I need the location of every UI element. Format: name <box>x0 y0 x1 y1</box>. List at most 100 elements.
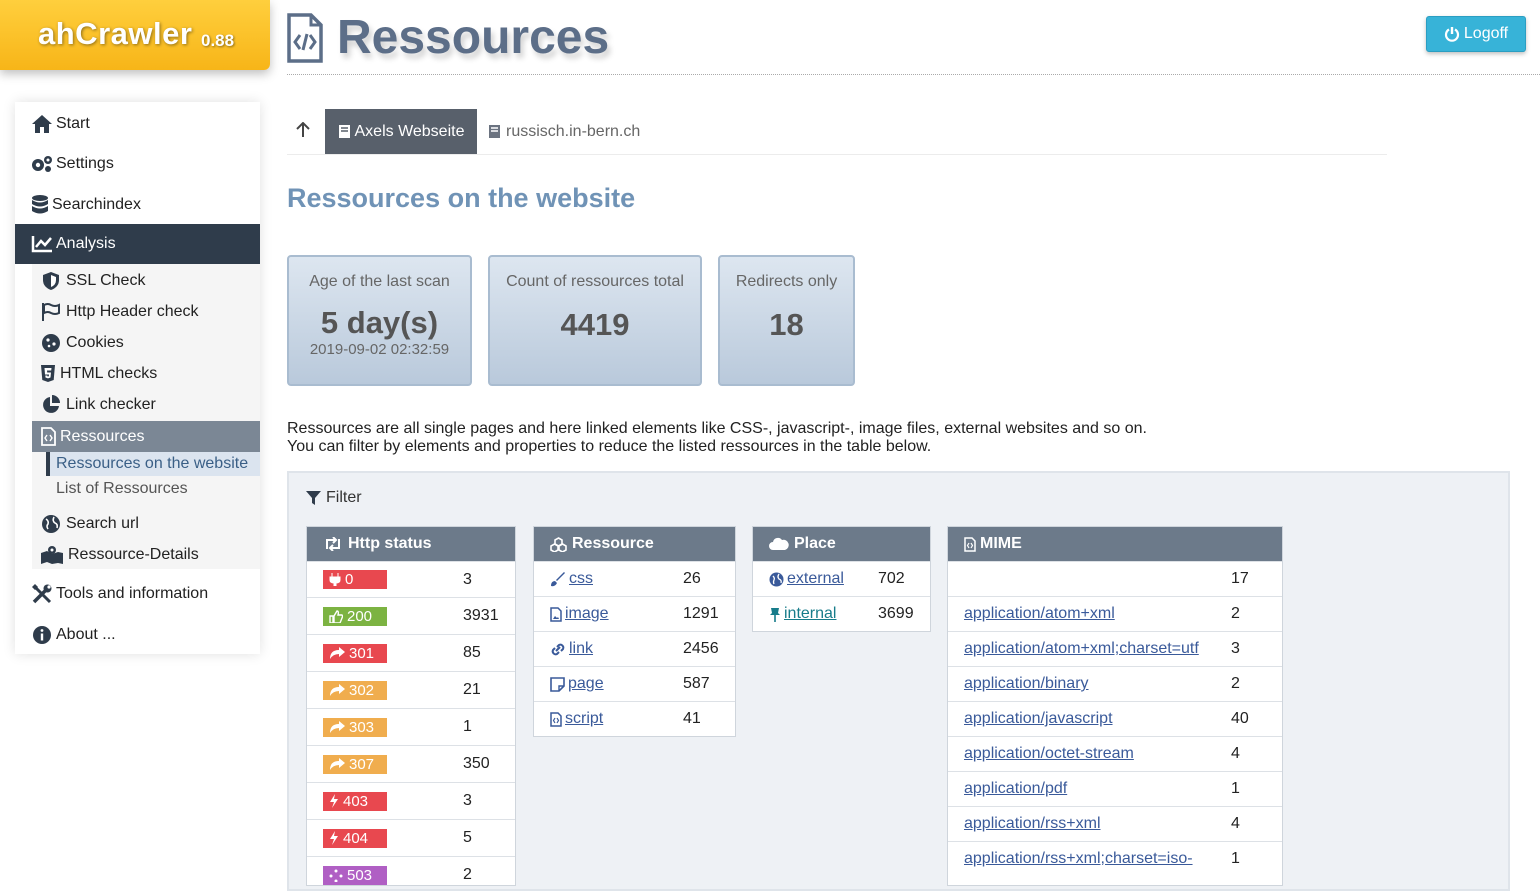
status-badge[interactable]: 307 <box>323 754 387 774</box>
stat-subvalue: 2019-09-02 02:32:59 <box>309 341 450 358</box>
mime-count: 4 <box>1231 745 1240 762</box>
up-arrow-button[interactable] <box>296 122 310 138</box>
place-count: 3699 <box>878 605 914 622</box>
sidebar-item-http-header-check[interactable]: Http Header check <box>32 299 260 325</box>
sidebar-item-label: Http Header check <box>66 303 199 320</box>
ressource-type-link[interactable]: link <box>550 640 593 658</box>
ressource-type-link[interactable]: page <box>550 675 604 693</box>
shield-icon <box>40 270 62 292</box>
mime-type-link[interactable]: application/pdf <box>964 780 1067 798</box>
status-cell: 301 <box>307 643 387 663</box>
ressource-count: 1291 <box>683 605 719 622</box>
retweet-icon <box>323 537 343 551</box>
status-count: 2 <box>463 866 472 883</box>
place-link[interactable]: internal <box>769 605 836 623</box>
sidebar-item-analysis[interactable]: Analysis <box>15 224 260 264</box>
ressource-type-link[interactable]: css <box>550 570 593 588</box>
table-row: css 26 <box>534 561 735 596</box>
arrow-up-icon <box>296 122 310 138</box>
table-row: link 2456 <box>534 631 735 666</box>
sidebar-item-tools[interactable]: Tools and information <box>15 581 260 607</box>
analysis-submenu: SSL Check Http Header check Cookies HTML… <box>32 264 260 569</box>
file-image-icon <box>550 606 562 622</box>
intro-line: Ressources are all single pages and here… <box>287 420 1147 437</box>
status-cell: 0 <box>307 570 387 589</box>
sidebar-item-list-of-ressources[interactable]: List of Ressources <box>46 477 260 501</box>
place-table: Place external 702 internal 3699 <box>752 526 931 632</box>
sidebar-item-label: About ... <box>56 626 116 643</box>
filter-icon <box>306 490 321 506</box>
mime-cell: application/rss+xml;charset=iso- <box>948 850 1193 868</box>
table-row: application/rss+xml 4 <box>948 806 1282 841</box>
status-badge[interactable]: 303 <box>323 717 387 737</box>
sidebar-item-search-url[interactable]: Search url <box>32 511 260 537</box>
ressource-cell: script <box>534 710 603 728</box>
ressource-count: 26 <box>683 570 701 587</box>
sidebar-item-label: Settings <box>56 155 114 172</box>
status-badge[interactable]: 301 <box>323 643 387 663</box>
ressource-cell: link <box>534 640 593 658</box>
ressource-count: 587 <box>683 675 710 692</box>
cubes-icon <box>550 536 567 552</box>
status-badge[interactable]: 200 <box>323 606 387 626</box>
app-logo[interactable]: ahCrawler 0.88 <box>0 0 270 70</box>
mime-type-link[interactable]: application/javascript <box>964 710 1113 728</box>
sidebar-item-label: HTML checks <box>60 365 158 382</box>
spinner-icon <box>329 869 343 882</box>
plug-icon <box>329 573 341 586</box>
sidebar-item-cookies[interactable]: Cookies <box>32 330 260 356</box>
stat-value: 4419 <box>560 307 630 342</box>
link-icon <box>550 642 566 657</box>
mime-type-link[interactable]: application/octet-stream <box>964 745 1134 763</box>
table-row: 200 3931 <box>307 597 515 634</box>
sidebar-item-ressources[interactable]: Ressources <box>32 421 260 452</box>
file-code-icon <box>287 12 323 63</box>
table-row: 17 <box>948 561 1282 596</box>
sidebar-item-ssl-check[interactable]: SSL Check <box>32 268 260 294</box>
sidebar-item-link-checker[interactable]: Link checker <box>32 392 260 418</box>
mime-count: 2 <box>1231 675 1240 692</box>
mime-type-link[interactable]: application/atom+xml;charset=utf <box>964 640 1199 658</box>
sidebar-item-ressources-on-website[interactable]: Ressources on the website <box>46 452 260 476</box>
share-arrow-icon <box>329 647 345 659</box>
table-header: MIME <box>948 527 1282 561</box>
table-row: script 41 <box>534 701 735 736</box>
status-badge[interactable]: 503 <box>323 865 387 885</box>
sidebar-item-settings[interactable]: Settings <box>15 151 260 177</box>
cloud-icon <box>769 537 789 551</box>
tab-russisch-in-bern[interactable]: russisch.in-bern.ch <box>488 109 640 154</box>
status-code: 200 <box>347 607 373 625</box>
sidebar-item-label: SSL Check <box>66 272 146 289</box>
status-badge[interactable]: 0 <box>323 570 387 589</box>
sidebar-item-html-checks[interactable]: HTML checks <box>32 361 260 387</box>
status-code: 301 <box>349 644 375 662</box>
section-title: Ressources on the website <box>287 183 636 213</box>
tab-axels-webseite[interactable]: Axels Webseite <box>325 109 477 154</box>
sidebar-item-label: Analysis <box>56 235 116 252</box>
status-badge[interactable]: 403 <box>323 791 387 811</box>
place-link[interactable]: external <box>769 570 844 588</box>
table-header: Ressource <box>534 527 735 561</box>
sidebar-item-searchindex[interactable]: Searchindex <box>15 192 260 218</box>
sidebar-item-about[interactable]: About ... <box>15 622 260 648</box>
status-code: 0 <box>345 571 354 588</box>
sidebar-item-label: Cookies <box>66 334 124 351</box>
map-marked-icon <box>40 544 64 566</box>
sidebar-item-start[interactable]: Start <box>15 111 260 137</box>
logoff-button[interactable]: Logoff <box>1426 16 1526 52</box>
ressource-type-link[interactable]: script <box>550 710 603 728</box>
tab-label: russisch.in-bern.ch <box>506 122 641 140</box>
mime-type-link[interactable]: application/rss+xml;charset=iso- <box>964 850 1193 868</box>
stat-age-last-scan: Age of the last scan 5 day(s) 2019-09-02… <box>287 255 472 386</box>
sidebar-item-ressource-details[interactable]: Ressource-Details <box>32 542 260 568</box>
stat-value: 5 day(s) <box>320 305 439 340</box>
mime-type-link[interactable]: application/atom+xml <box>964 605 1115 623</box>
status-badge[interactable]: 302 <box>323 680 387 700</box>
mime-type-link[interactable]: application/rss+xml <box>964 815 1101 833</box>
mime-cell: application/atom+xml;charset=utf <box>948 640 1199 658</box>
status-count: 3931 <box>463 607 499 624</box>
ressource-type-link[interactable]: image <box>550 605 609 623</box>
mime-cell: application/pdf <box>948 780 1067 798</box>
mime-type-link[interactable]: application/binary <box>964 675 1089 693</box>
status-badge[interactable]: 404 <box>323 828 387 848</box>
